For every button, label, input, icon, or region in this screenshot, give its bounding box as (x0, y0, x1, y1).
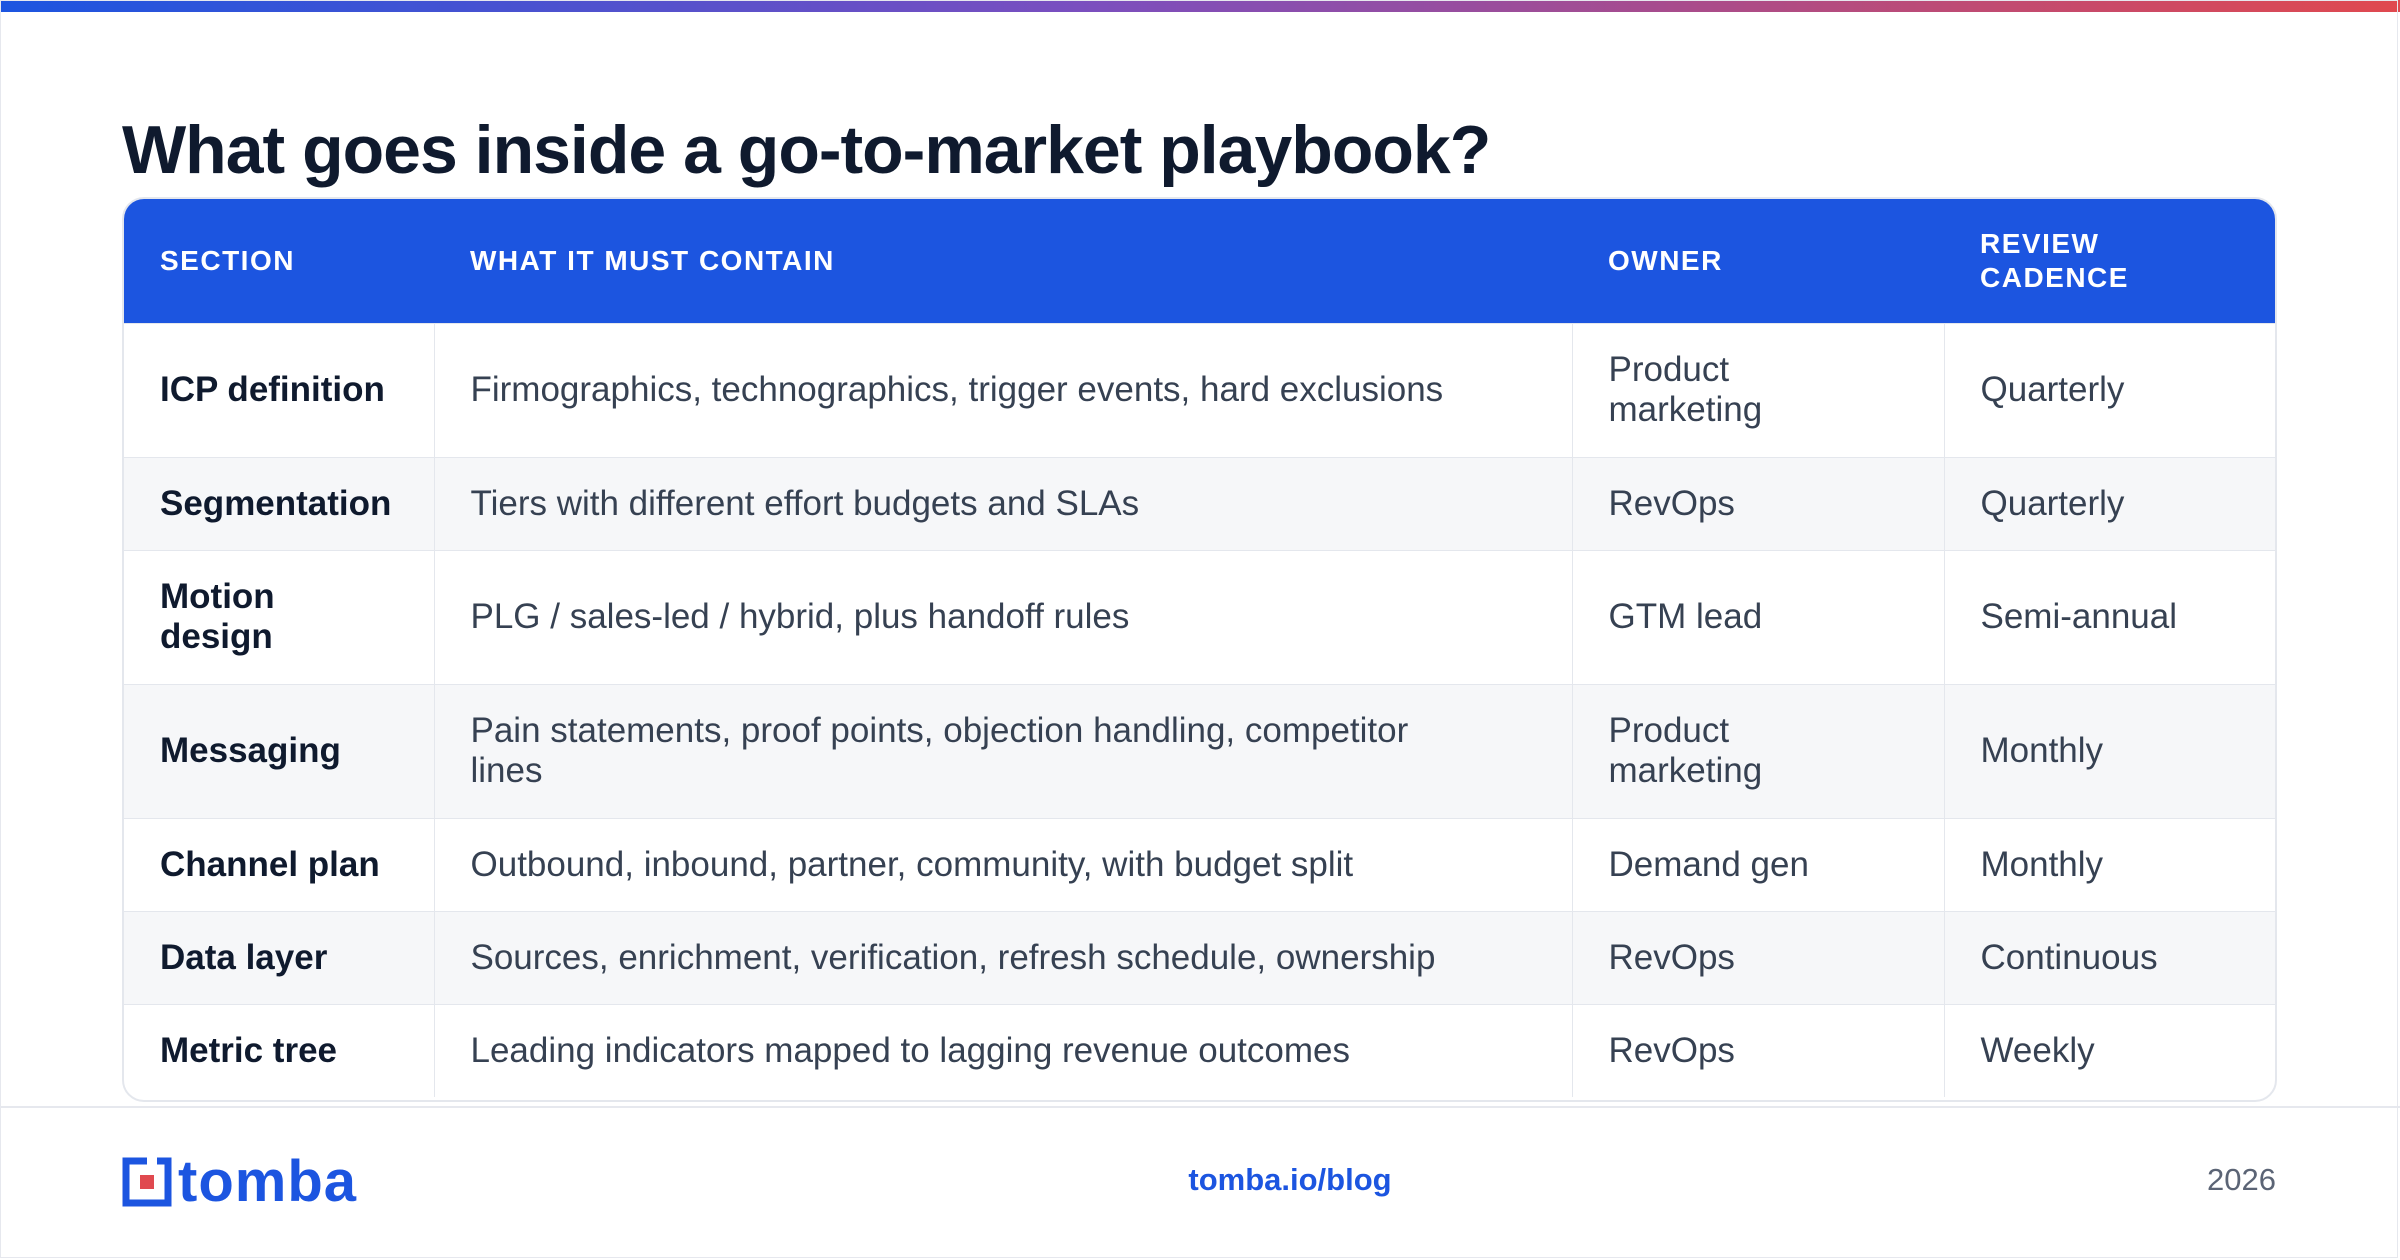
cell-owner: RevOps (1571, 1004, 1944, 1097)
cell-section-label: Motion design (160, 577, 275, 656)
cell-section: Data layer (160, 937, 328, 977)
blog-link[interactable]: tomba.io/blog (1100, 1162, 1480, 1198)
cell-cadence: Monthly (1943, 818, 2275, 911)
cell-owner: Product marketing (1571, 323, 1944, 457)
cell-contents: Tiers with different effort budgets and … (433, 457, 1572, 550)
cell-cadence: Quarterly (1943, 323, 2275, 457)
header-contents: WHAT IT MUST CONTAIN (470, 244, 835, 276)
top-gradient-bar (0, 0, 2400, 12)
cell-owner-label: Product marketing (1608, 711, 1763, 790)
cell-section: Motion design (124, 550, 434, 684)
cell-cadence: Quarterly (1943, 457, 2275, 550)
cell-owner: GTM lead (1571, 550, 1944, 684)
table-row: Segmentation Tiers with different effort… (124, 457, 2275, 550)
table-row: Channel plan Outbound, inbound, partner,… (124, 818, 2275, 911)
cell-cadence: Weekly (1943, 1004, 2275, 1097)
cell-section: Messaging (160, 731, 341, 770)
cell-owner: Demand gen (1571, 818, 1944, 911)
logo-wordmark: tomba (178, 1149, 357, 1214)
footer-divider (0, 1106, 2400, 1108)
tomba-logo-icon (122, 1157, 172, 1207)
table-row: Messaging Pain statements, proof points,… (124, 684, 2275, 818)
cell-section: ICP definition (160, 370, 385, 409)
page-title: What goes inside a go-to-market playbook… (122, 112, 1491, 188)
cell-contents: Leading indicators mapped to lagging rev… (433, 1004, 1572, 1097)
header-cadence-label: REVIEW CADENCE (1980, 227, 2129, 293)
cell-cadence: Semi-annual (1943, 550, 2275, 684)
table-header-row: SECTION WHAT IT MUST CONTAIN OWNER REVIE… (124, 199, 2275, 323)
table-row: ICP definition Firmographics, technograp… (124, 323, 2275, 457)
cell-owner-label: Product marketing (1608, 350, 1763, 429)
header-owner: OWNER (1608, 244, 1723, 276)
header-section: SECTION (160, 244, 295, 276)
cell-contents: PLG / sales-led / hybrid, plus handoff r… (433, 550, 1572, 684)
table-row: Metric tree Leading indicators mapped to… (124, 1004, 2275, 1097)
footer-year: 2026 (2207, 1162, 2276, 1197)
cell-section: Metric tree (160, 1030, 338, 1070)
cell-owner: RevOps (1571, 457, 1944, 550)
cell-contents: Pain statements, proof points, objection… (433, 684, 1572, 818)
cell-owner: RevOps (1571, 911, 1944, 1004)
cell-contents: Firmographics, technographics, trigger e… (433, 323, 1572, 457)
cell-section: Channel plan (160, 844, 380, 884)
cell-owner: Product marketing (1571, 684, 1944, 818)
table-row: Data layer Sources, enrichment, verifica… (124, 911, 2275, 1004)
cell-contents: Sources, enrichment, verification, refre… (433, 911, 1572, 1004)
cell-contents: Outbound, inbound, partner, community, w… (433, 818, 1572, 911)
cell-contents-label: Pain statements, proof points, objection… (470, 711, 1409, 790)
cell-cadence: Monthly (1943, 684, 2275, 818)
header-cadence: REVIEW CADENCE (1944, 199, 2275, 323)
cell-cadence: Continuous (1943, 911, 2275, 1004)
cell-section: Segmentation (160, 483, 392, 523)
tomba-logo[interactable]: tomba (122, 1149, 357, 1214)
table-row: Motion design PLG / sales-led / hybrid, … (124, 550, 2275, 684)
playbook-table: SECTION WHAT IT MUST CONTAIN OWNER REVIE… (122, 197, 2277, 1102)
